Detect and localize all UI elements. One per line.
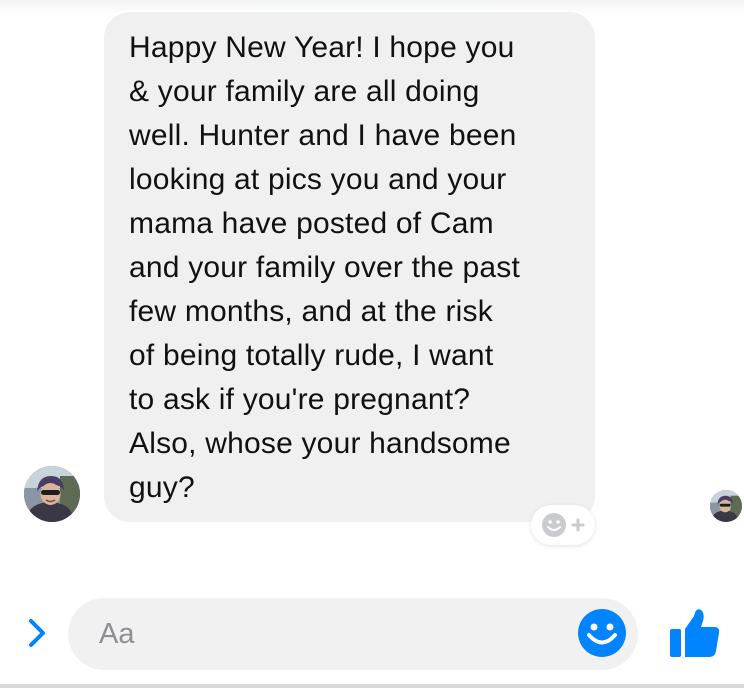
bottom-divider: [0, 684, 744, 688]
sender-avatar-photo: [24, 466, 80, 522]
message-line: and your family over the past: [129, 251, 520, 284]
add-reaction-button[interactable]: [531, 505, 595, 545]
message-line: looking at pics you and your: [129, 163, 507, 196]
message-line: & your family are all doing: [129, 75, 480, 108]
smiley-icon: [578, 609, 626, 657]
like-button[interactable]: [667, 604, 723, 660]
message-line: few months, and at the risk: [129, 295, 493, 328]
read-receipt-avatar: [710, 490, 742, 522]
expand-button[interactable]: [22, 616, 52, 650]
message-line: well. Hunter and I have been: [129, 119, 517, 152]
sender-avatar[interactable]: [24, 466, 80, 522]
message-line: Also, whose your handsome: [129, 427, 511, 460]
message-input-placeholder: Aa: [99, 618, 135, 650]
message-bubble[interactable]: Happy New Year! I hope you & your family…: [104, 12, 595, 522]
message-line: of being totally rude, I want: [129, 339, 494, 372]
message-line: to ask if you're pregnant?: [129, 383, 471, 416]
message-line: Happy New Year! I hope you: [129, 31, 515, 64]
message-line: guy?: [129, 471, 195, 504]
message-line: mama have posted of Cam: [129, 207, 494, 240]
add-reaction-icon: [542, 513, 585, 537]
read-receipt-photo: [710, 490, 742, 522]
message-input[interactable]: Aa: [68, 598, 638, 670]
thumbs-up-icon: [670, 609, 720, 657]
message-text: Happy New Year! I hope you & your family…: [129, 26, 575, 510]
chevron-right-icon: [29, 619, 45, 647]
emoji-button[interactable]: [577, 608, 627, 658]
